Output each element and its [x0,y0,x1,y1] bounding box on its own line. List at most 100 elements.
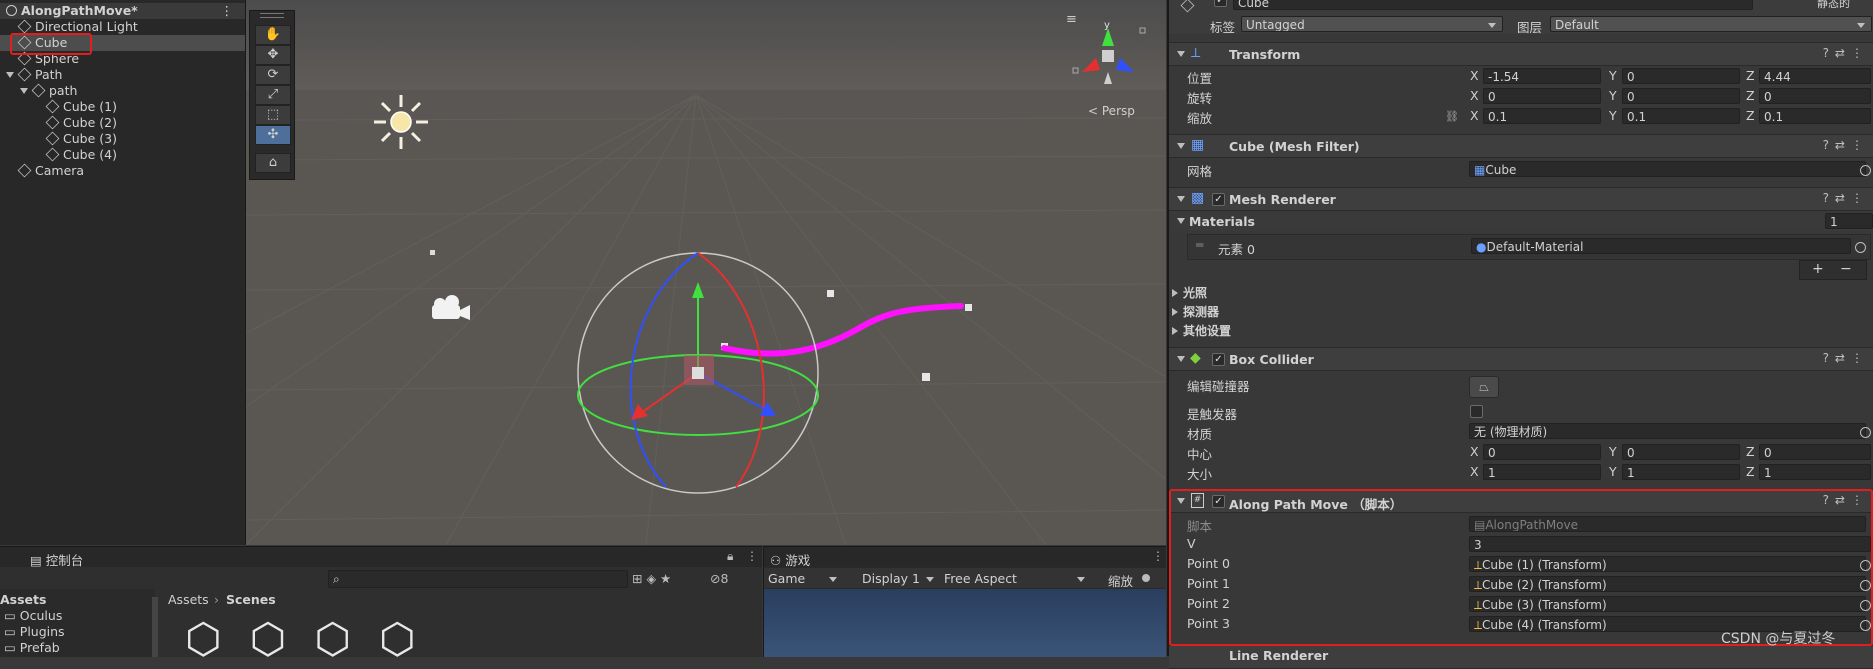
expand-arrow-icon[interactable] [1177,196,1185,202]
hierarchy-item-cube-4[interactable]: Cube (4) [0,147,245,163]
size-z-field[interactable]: 1 [1759,464,1871,480]
position-z-field[interactable]: 4.44 [1759,68,1871,84]
physics-material-field[interactable]: 无 (物理材质) [1469,423,1866,439]
rotate-tool-icon[interactable]: ⟳ [255,65,291,85]
path-cube-marker[interactable] [827,290,834,297]
center-x-field[interactable]: 0 [1483,444,1601,460]
expand-arrow-icon[interactable] [1177,51,1185,57]
scene-view[interactable]: y < Persp ≡ ✋ ✥ ⟳ ⤢ ⬚ ✣ ⌂ [246,0,1166,545]
scale-tool-icon[interactable]: ⤢ [255,85,291,105]
hand-tool-icon[interactable]: ✋ [255,25,291,45]
console-tab[interactable]: ▤ 控制台 [30,550,83,569]
center-y-field[interactable]: 0 [1622,444,1740,460]
more-menu-icon[interactable]: ⋮ [746,549,758,563]
hierarchy-item-path-child[interactable]: path [0,83,245,99]
lighting-foldout[interactable]: 光照 [1171,284,1207,301]
add-element-button[interactable]: + [1812,261,1824,277]
folder-prefab[interactable]: ▭ Prefab [4,640,60,655]
rotation-y-field[interactable]: 0 [1622,88,1740,104]
size-x-field[interactable]: 1 [1483,464,1601,480]
more-menu-icon[interactable]: ⋮ [221,3,234,19]
rect-tool-icon[interactable]: ⬚ [255,105,291,125]
lock-icon[interactable]: 🔒︎ [727,549,733,564]
object-picker-icon[interactable] [1860,427,1871,438]
rotation-x-field[interactable]: 0 [1483,88,1601,104]
object-name-field[interactable]: Cube [1233,0,1753,10]
mesh-renderer-header[interactable]: ▩ ✓ Mesh Renderer ?⇄⋮ [1169,187,1873,211]
edit-collider-button[interactable]: ⏢ [1469,376,1499,398]
static-label[interactable]: 静态的 [1817,0,1850,11]
game-tab[interactable]: ⚇ 游戏 [770,550,810,569]
hierarchy-item-camera[interactable]: Camera [0,163,245,179]
position-y-field[interactable]: 0 [1622,68,1740,84]
scale-y-field[interactable]: 0.1 [1622,108,1740,124]
probes-foldout[interactable]: 探测器 [1171,303,1219,320]
breadcrumb-assets[interactable]: Assets [168,592,209,607]
tag-dropdown[interactable]: Untagged [1241,16,1503,32]
scale-z-field[interactable]: 0.1 [1759,108,1871,124]
aspect-dropdown[interactable]: Free Aspect [944,571,1085,586]
path-cube-marker[interactable] [922,373,930,381]
path-cube-marker[interactable] [965,304,972,311]
game-mode-dropdown[interactable]: Game [768,571,838,586]
display-dropdown[interactable]: Display 1 [862,571,935,586]
line-renderer-header[interactable]: Line Renderer [1169,645,1873,669]
hierarchy-item-path[interactable]: Path [0,67,245,83]
expand-arrow-icon[interactable] [20,88,28,94]
move-tool-icon[interactable]: ✥ [255,45,291,65]
component-menu-icons[interactable]: ?⇄⋮ [1823,46,1869,60]
assets-root[interactable]: Assets [0,592,46,607]
hierarchy-item-cube-3[interactable]: Cube (3) [0,131,245,147]
scale-slider-handle[interactable] [1142,574,1150,582]
orientation-gizmo[interactable] [1072,27,1146,84]
hierarchy-item-cube-2[interactable]: Cube (2) [0,115,245,131]
expand-arrow-icon[interactable] [1177,143,1185,149]
expand-arrow-icon[interactable] [1177,218,1185,224]
box-collider-header[interactable]: ◆ ✓ Box Collider ?⇄⋮ [1169,347,1873,371]
box-collider-enabled-checkbox[interactable]: ✓ [1212,353,1225,366]
hierarchy-item-cube-1[interactable]: Cube (1) [0,99,245,115]
folder-tree-scrollbar[interactable] [152,597,158,657]
transform-tool-icon[interactable]: ✣ [255,125,291,145]
constrain-proportions-icon[interactable]: ⛓ [1445,110,1459,123]
layer-dropdown[interactable]: Default [1550,16,1872,32]
scene-asset-icons[interactable]: ⬡⬡⬡⬡ [185,618,444,660]
drag-handle-icon[interactable] [260,13,284,18]
camera-gizmo-icon[interactable] [432,295,470,320]
rotation-z-field[interactable]: 0 [1759,88,1871,104]
materials-row[interactable]: Materials 1 [1171,211,1873,231]
position-x-field[interactable]: -1.54 [1483,68,1601,84]
object-picker-icon[interactable] [1860,165,1871,176]
active-checkbox[interactable]: ✓ [1214,0,1227,7]
folder-oculus[interactable]: ▭ Oculus [4,608,62,623]
component-menu-icons[interactable]: ?⇄⋮ [1823,351,1869,365]
game-viewport[interactable] [764,589,1166,657]
directional-light-icon[interactable] [374,95,428,149]
persp-label[interactable]: < Persp [1088,104,1135,118]
hierarchy-scene-row[interactable]: AlongPathMove* ⋮ [0,3,245,19]
is-trigger-checkbox[interactable] [1470,405,1483,418]
small-cube-marker[interactable] [430,250,435,255]
folder-plugins[interactable]: ▭ Plugins [4,624,65,639]
mesh-renderer-enabled-checkbox[interactable]: ✓ [1212,193,1225,206]
custom-tool-icon[interactable]: ⌂ [255,153,291,173]
expand-arrow-icon[interactable] [6,72,14,78]
hidden-count[interactable]: ⊘8 [710,571,728,586]
object-picker-icon[interactable] [1855,242,1866,253]
additional-settings-foldout[interactable]: 其他设置 [1171,322,1231,339]
mesh-object-field[interactable]: ▦Cube [1469,161,1866,177]
reorder-handle-icon[interactable]: ═ [1196,238,1203,252]
scale-x-field[interactable]: 0.1 [1483,108,1601,124]
filter-icons[interactable]: ⊞ ◈ ★ [632,571,671,586]
component-menu-icons[interactable]: ?⇄⋮ [1823,138,1869,152]
expand-arrow-icon[interactable] [1177,356,1185,362]
scene-menu-icon[interactable]: ≡ [1066,12,1077,27]
center-z-field[interactable]: 0 [1759,444,1871,460]
breadcrumb-scenes[interactable]: Scenes [226,592,276,607]
mesh-filter-header[interactable]: ▦ Cube (Mesh Filter) ?⇄⋮ [1169,134,1873,158]
project-search-input[interactable]: ⌕ [328,570,628,588]
component-menu-icons[interactable]: ?⇄⋮ [1823,191,1869,205]
materials-count-field[interactable]: 1 [1825,213,1873,229]
remove-element-button[interactable]: − [1840,261,1852,277]
transform-header[interactable]: ⟂ Transform ?⇄⋮ [1169,42,1873,66]
